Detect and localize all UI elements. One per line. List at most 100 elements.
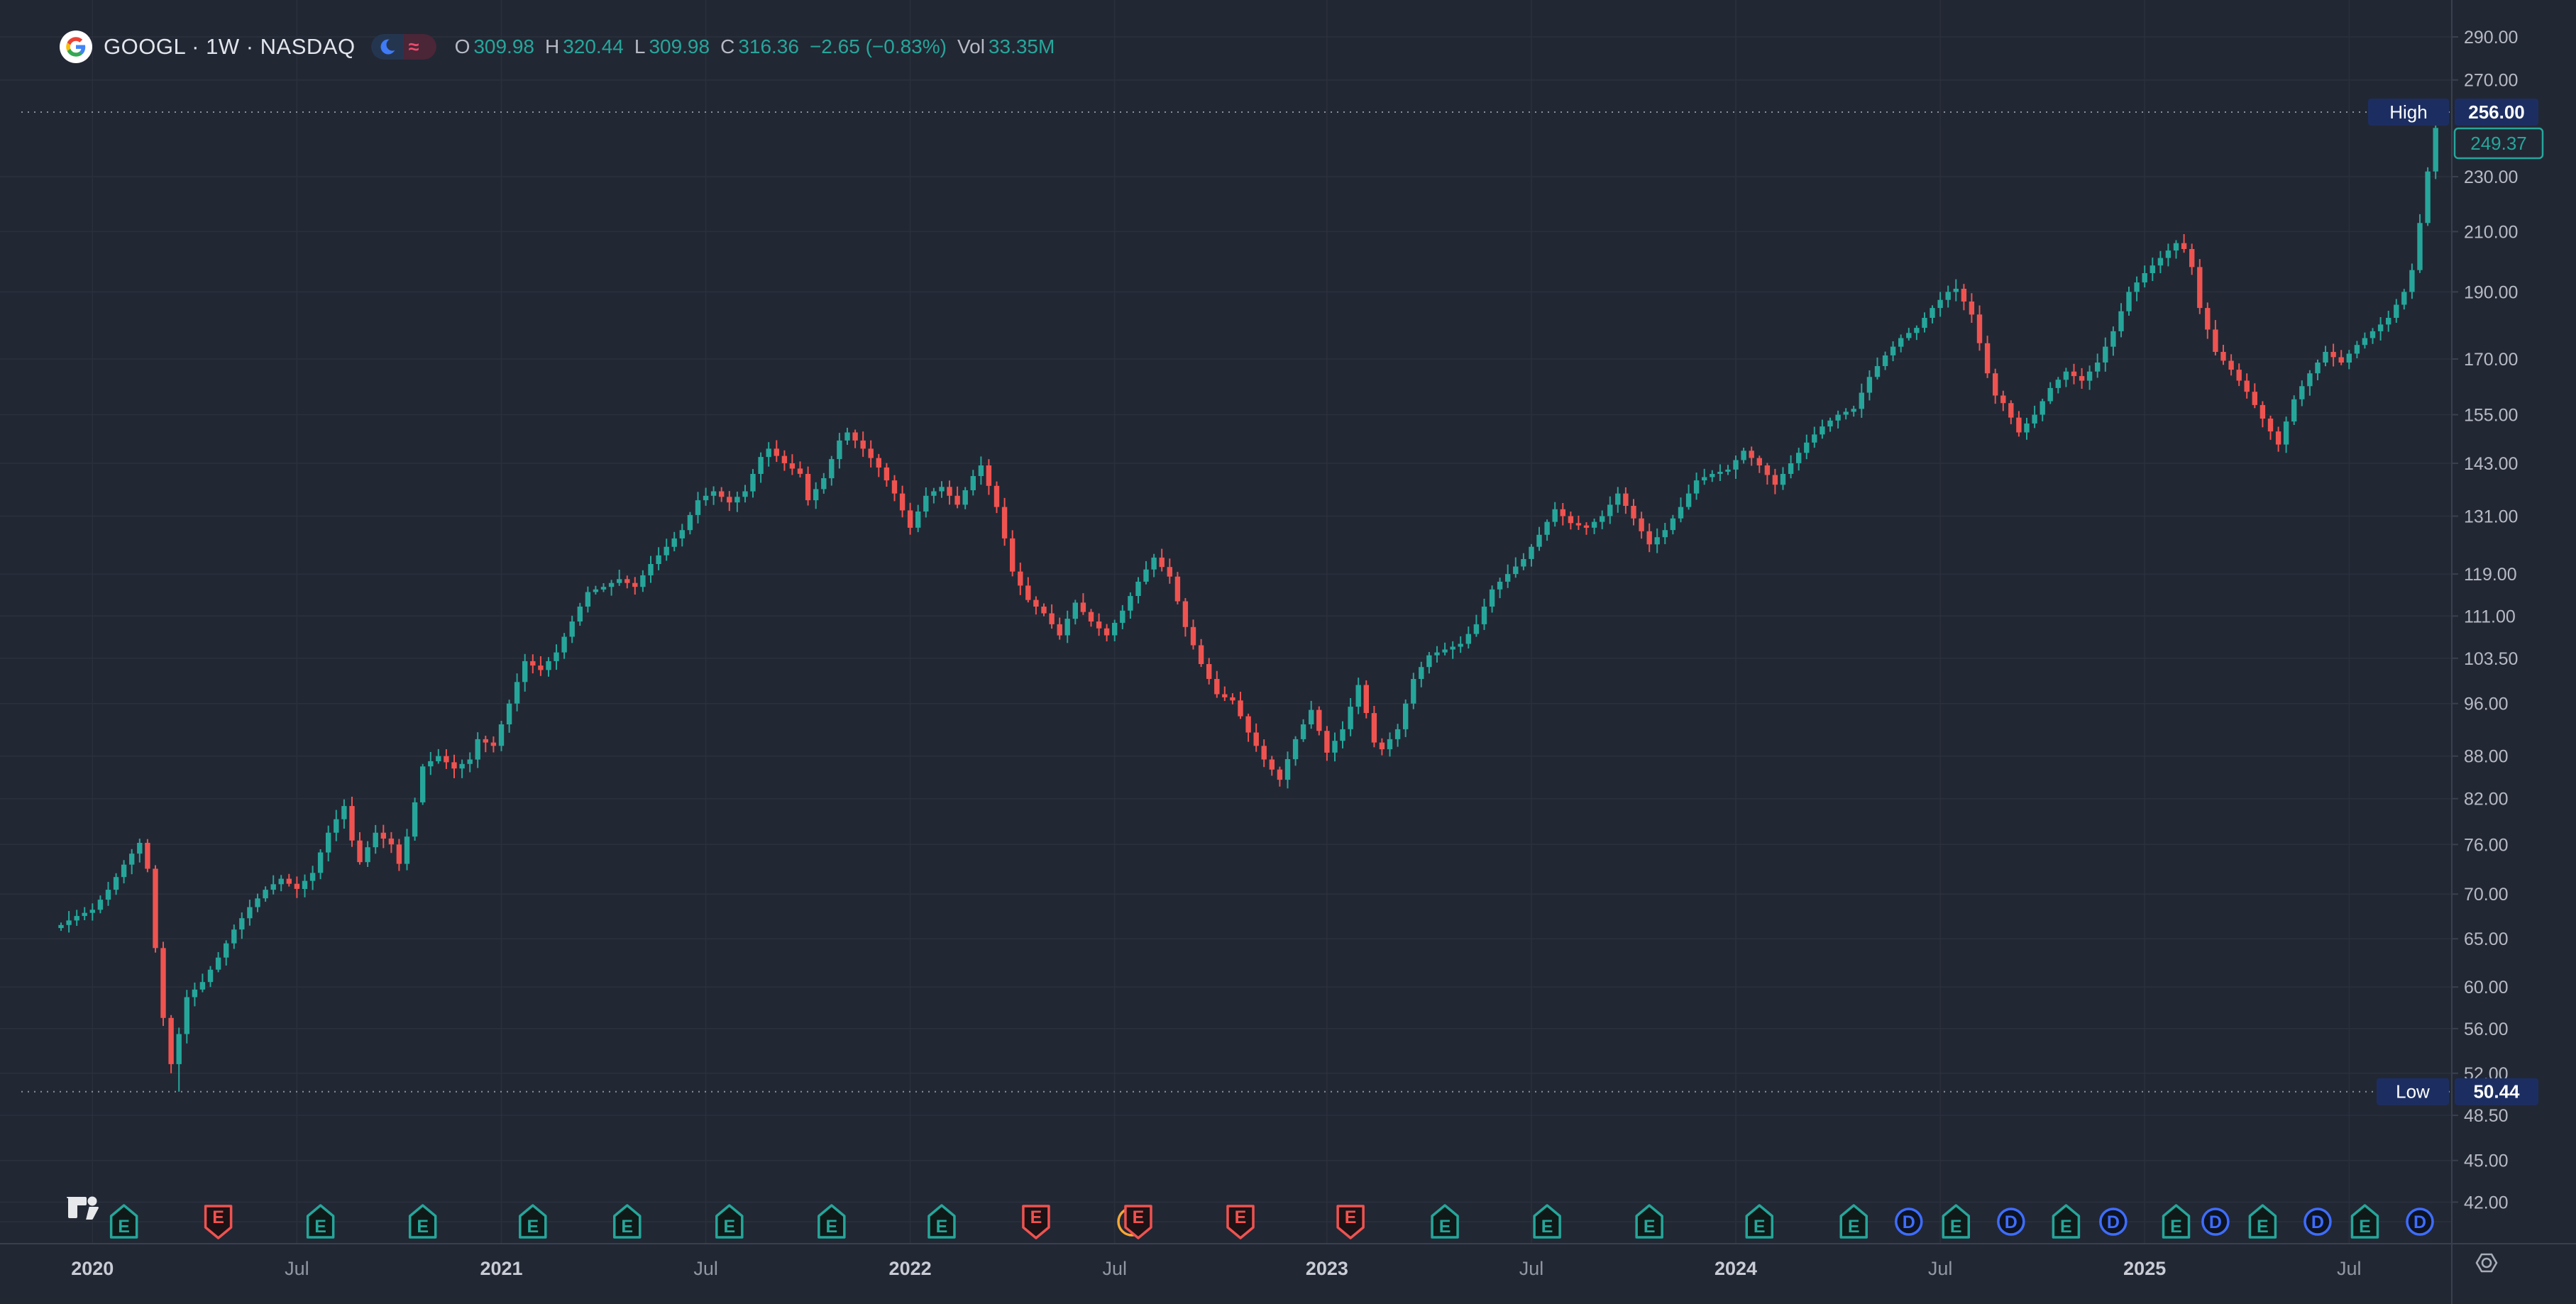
candle [2032, 415, 2037, 424]
settings-icon[interactable] [2471, 1247, 2502, 1282]
candle [1411, 679, 1416, 704]
earnings-marker-up-icon[interactable]: E [410, 1205, 436, 1237]
candle [2284, 421, 2289, 445]
candle [263, 890, 268, 898]
price-tick-label: 119.00 [2464, 565, 2517, 585]
svg-text:E: E [1133, 1208, 1145, 1227]
change-value: −2.65 (−0.83%) [810, 35, 947, 58]
earnings-marker-up-icon[interactable]: E [1432, 1205, 1458, 1237]
earnings-marker-down-icon[interactable]: E [1228, 1206, 1253, 1238]
candle [923, 496, 928, 512]
candle [1277, 770, 1282, 780]
candle [2237, 370, 2242, 380]
candle [1316, 710, 1321, 731]
symbol-legend[interactable]: GOOGL · 1W · NASDAQ ≈ O309.98 H320.44 L3… [60, 30, 1055, 64]
dividend-marker-icon[interactable]: D [2305, 1209, 2330, 1234]
earnings-marker-down-icon[interactable]: E [1338, 1206, 1363, 1238]
earnings-marker-down-icon[interactable]: E [206, 1206, 231, 1238]
candle [1270, 760, 1275, 770]
svg-text:D: D [2107, 1212, 2120, 1232]
price-axis[interactable]: 290.00270.00230.00210.00190.00170.00155.… [2368, 28, 2543, 1212]
dividend-marker-icon[interactable]: D [2101, 1209, 2126, 1234]
volume-label: Vol [957, 35, 985, 58]
candle [2056, 380, 2061, 388]
earnings-marker-up-icon[interactable]: E [1636, 1205, 1662, 1237]
candle [915, 512, 920, 528]
price-tick-label: 60.00 [2464, 978, 2509, 998]
candlestick-chart[interactable]: EEEEEEEEEEEEEEEEEEDEDEDEDEDED290.00270.0… [0, 0, 2576, 1304]
earnings-marker-up-icon[interactable]: E [2053, 1205, 2079, 1237]
candle [522, 661, 527, 682]
dividend-marker-icon[interactable]: D [2407, 1209, 2433, 1234]
earnings-marker-up-icon[interactable]: E [717, 1205, 742, 1237]
candle [1191, 627, 1196, 646]
candle [2087, 372, 2092, 381]
candle [420, 766, 425, 802]
open-value: 309.98 [473, 35, 534, 58]
earnings-marker-up-icon[interactable]: E [1746, 1205, 1772, 1237]
earnings-marker-up-icon[interactable]: E [929, 1205, 954, 1237]
candle [742, 492, 747, 497]
candle [397, 844, 402, 863]
time-axis[interactable]: 2020Jul2021Jul2022Jul2023Jul2024Jul2025J… [71, 1258, 2361, 1279]
candle [185, 998, 189, 1034]
dividend-marker-icon[interactable]: D [2203, 1209, 2228, 1234]
candle [648, 564, 653, 575]
candle [451, 762, 456, 768]
dividend-marker-icon[interactable]: D [1896, 1209, 1922, 1234]
symbol-title[interactable]: GOOGL · 1W · NASDAQ [104, 34, 356, 60]
candle [1741, 451, 1746, 460]
earnings-marker-up-icon[interactable]: E [615, 1205, 640, 1237]
candle [837, 441, 842, 459]
candle [2008, 403, 2013, 417]
candle [1639, 519, 1644, 531]
candle [1867, 377, 1872, 392]
earnings-marker-up-icon[interactable]: E [819, 1205, 844, 1237]
earnings-marker-up-icon[interactable]: E [520, 1205, 546, 1237]
candle [145, 843, 150, 869]
candle [593, 590, 598, 592]
candle [255, 898, 260, 907]
candle [852, 433, 857, 441]
candle [2142, 273, 2147, 282]
market-status-pill[interactable]: ≈ [371, 34, 436, 60]
dividend-marker-icon[interactable]: D [1998, 1209, 2024, 1234]
candle [1120, 611, 1125, 623]
candle [2252, 392, 2257, 405]
candle [318, 853, 323, 873]
earnings-marker-up-icon[interactable]: E [1841, 1205, 1866, 1237]
candle [200, 982, 205, 990]
svg-text:E: E [417, 1217, 429, 1237]
candle [1206, 664, 1211, 679]
close-label: C [720, 35, 734, 58]
earnings-marker-up-icon[interactable]: E [111, 1205, 137, 1237]
candle [900, 494, 905, 511]
earnings-marker-up-icon[interactable]: E [2250, 1205, 2275, 1237]
candle [1167, 567, 1172, 577]
candle [2425, 172, 2430, 223]
time-axis-label: 2023 [1306, 1258, 1348, 1279]
candle [1309, 710, 1314, 724]
candle [1804, 443, 1809, 453]
open-label: O [455, 35, 470, 58]
earnings-marker-up-icon[interactable]: E [308, 1205, 334, 1237]
candle [2401, 292, 2406, 304]
svg-text:E: E [936, 1217, 948, 1237]
earnings-marker-down-icon[interactable]: E [1125, 1206, 1151, 1238]
candle [1655, 537, 1660, 544]
candle [790, 463, 795, 469]
candle [1686, 494, 1691, 507]
earnings-marker-up-icon[interactable]: E [1534, 1205, 1560, 1237]
candle [231, 929, 236, 944]
earnings-marker-up-icon[interactable]: E [1943, 1205, 1969, 1237]
candle [459, 764, 464, 768]
candle [1827, 421, 1832, 426]
candle [2409, 270, 2414, 292]
candle [1380, 743, 1385, 750]
candle [121, 865, 126, 878]
candle [66, 920, 71, 924]
earnings-marker-up-icon[interactable]: E [2352, 1205, 2377, 1237]
earnings-marker-down-icon[interactable]: E [1023, 1206, 1049, 1238]
earnings-marker-up-icon[interactable]: E [2164, 1205, 2189, 1237]
candle [2299, 386, 2304, 399]
